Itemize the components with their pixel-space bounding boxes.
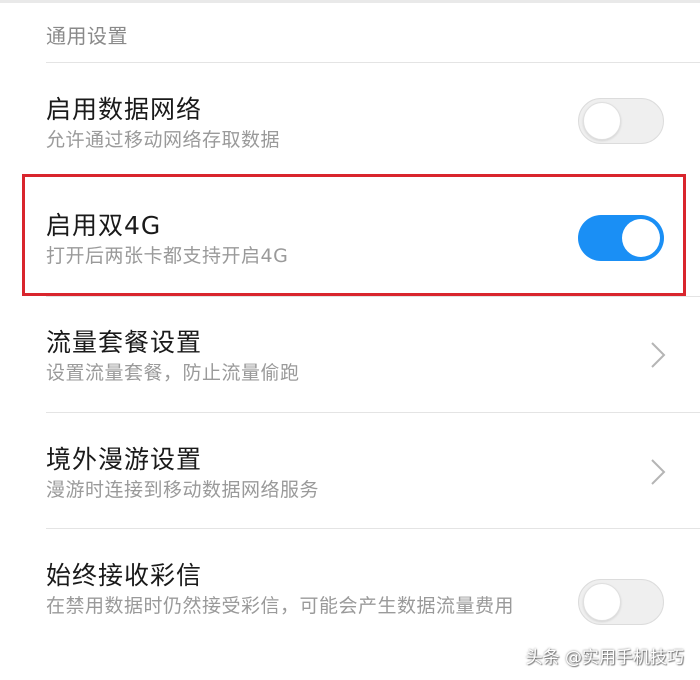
setting-title: 始终接收彩信: [46, 561, 203, 590]
setting-row-mobile-data[interactable]: 启用数据网络 允许通过移动网络存取数据: [0, 63, 700, 178]
setting-title: 流量套餐设置: [46, 328, 203, 357]
setting-subtitle: 漫游时连接到移动数据网络服务: [46, 479, 320, 501]
highlight-box: [22, 174, 686, 296]
chevron-right-icon: [651, 342, 666, 368]
toggle-knob: [583, 102, 621, 140]
chevron-right-icon: [651, 459, 666, 485]
setting-row-roaming[interactable]: 境外漫游设置 漫游时连接到移动数据网络服务: [0, 413, 700, 528]
setting-subtitle: 设置流量套餐，防止流量偷跑: [46, 362, 300, 384]
toggle-knob: [583, 583, 621, 621]
watermark: 头条 @实用手机技巧: [525, 648, 684, 668]
setting-subtitle: 在禁用数据时仍然接受彩信，可能会产生数据流量费用: [46, 595, 515, 617]
mobile-data-toggle[interactable]: [578, 98, 664, 144]
setting-title: 境外漫游设置: [46, 445, 203, 474]
top-divider: [0, 0, 700, 3]
setting-subtitle: 允许通过移动网络存取数据: [46, 129, 281, 151]
setting-title: 启用数据网络: [46, 95, 203, 124]
mms-toggle[interactable]: [578, 579, 664, 625]
setting-row-data-plan[interactable]: 流量套餐设置 设置流量套餐，防止流量偷跑: [0, 297, 700, 412]
section-header: 通用设置: [46, 24, 128, 48]
